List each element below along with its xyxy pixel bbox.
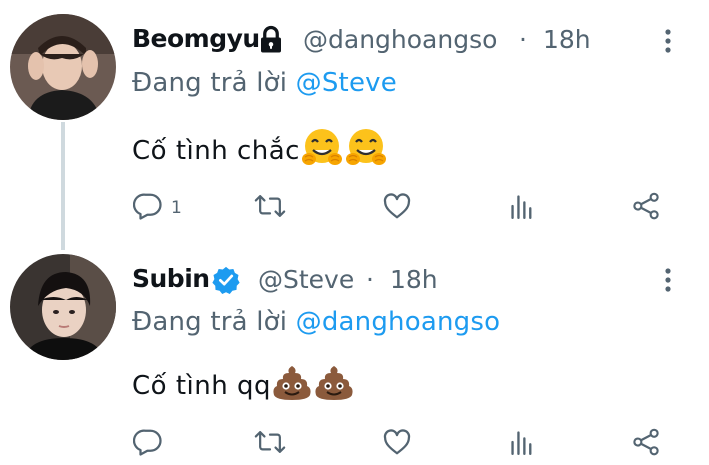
lock-icon bbox=[256, 25, 286, 59]
reply-button[interactable] bbox=[132, 427, 171, 461]
tweet-text: Cố tình chắc bbox=[132, 126, 388, 177]
replying-to: Đang trả lời @Steve bbox=[132, 68, 397, 98]
reply-button[interactable]: 1 bbox=[132, 191, 182, 225]
replying-to-label: Đang trả lời bbox=[132, 68, 288, 98]
timestamp[interactable]: 18h bbox=[390, 265, 438, 294]
replying-to: Đang trả lời @danghoangso bbox=[132, 307, 500, 337]
tweet-text: Cố tình qq bbox=[132, 362, 355, 411]
share-button[interactable] bbox=[631, 191, 661, 225]
more-icon[interactable] bbox=[656, 265, 680, 299]
share-button[interactable] bbox=[631, 427, 661, 461]
display-name[interactable]: Beomgyu bbox=[132, 24, 260, 53]
retweet-button[interactable] bbox=[254, 427, 286, 461]
share-icon bbox=[631, 427, 661, 461]
separator-dot: · bbox=[366, 265, 374, 294]
hugging-face-emoji bbox=[300, 126, 344, 177]
pile-of-poo-emoji bbox=[271, 362, 313, 411]
analytics-button[interactable] bbox=[509, 191, 535, 225]
share-icon bbox=[631, 191, 661, 225]
pile-of-poo-emoji bbox=[313, 362, 355, 411]
mention-link[interactable]: @Steve bbox=[296, 68, 397, 98]
hugging-face-emoji bbox=[344, 126, 388, 177]
avatar[interactable] bbox=[10, 14, 116, 120]
like-button[interactable] bbox=[382, 427, 412, 461]
reply-count: 1 bbox=[171, 198, 182, 218]
tweet-text-content: Cố tình chắc bbox=[132, 136, 300, 166]
like-icon bbox=[382, 427, 412, 461]
reply-icon bbox=[132, 427, 163, 461]
analytics-button[interactable] bbox=[509, 427, 535, 461]
mention-link[interactable]: @danghoangso bbox=[296, 307, 501, 337]
reply-icon bbox=[132, 191, 163, 225]
thread-connector-line bbox=[61, 122, 65, 250]
user-handle[interactable]: @danghoangso bbox=[303, 25, 497, 54]
retweet-icon bbox=[254, 191, 286, 225]
timestamp[interactable]: 18h bbox=[543, 25, 591, 54]
replying-to-label: Đang trả lời bbox=[132, 307, 288, 337]
tweet-text-content: Cố tình qq bbox=[132, 371, 271, 401]
avatar[interactable] bbox=[10, 254, 116, 360]
like-icon bbox=[382, 191, 412, 225]
like-button[interactable] bbox=[382, 191, 412, 225]
analytics-icon bbox=[509, 427, 535, 461]
more-icon[interactable] bbox=[656, 26, 680, 60]
analytics-icon bbox=[509, 191, 535, 225]
display-name[interactable]: Subin bbox=[132, 264, 210, 293]
user-handle[interactable]: @Steve bbox=[258, 265, 354, 294]
retweet-icon bbox=[254, 427, 286, 461]
separator-dot: · bbox=[519, 25, 527, 54]
verified-badge-icon bbox=[210, 265, 242, 299]
retweet-button[interactable] bbox=[254, 191, 286, 225]
